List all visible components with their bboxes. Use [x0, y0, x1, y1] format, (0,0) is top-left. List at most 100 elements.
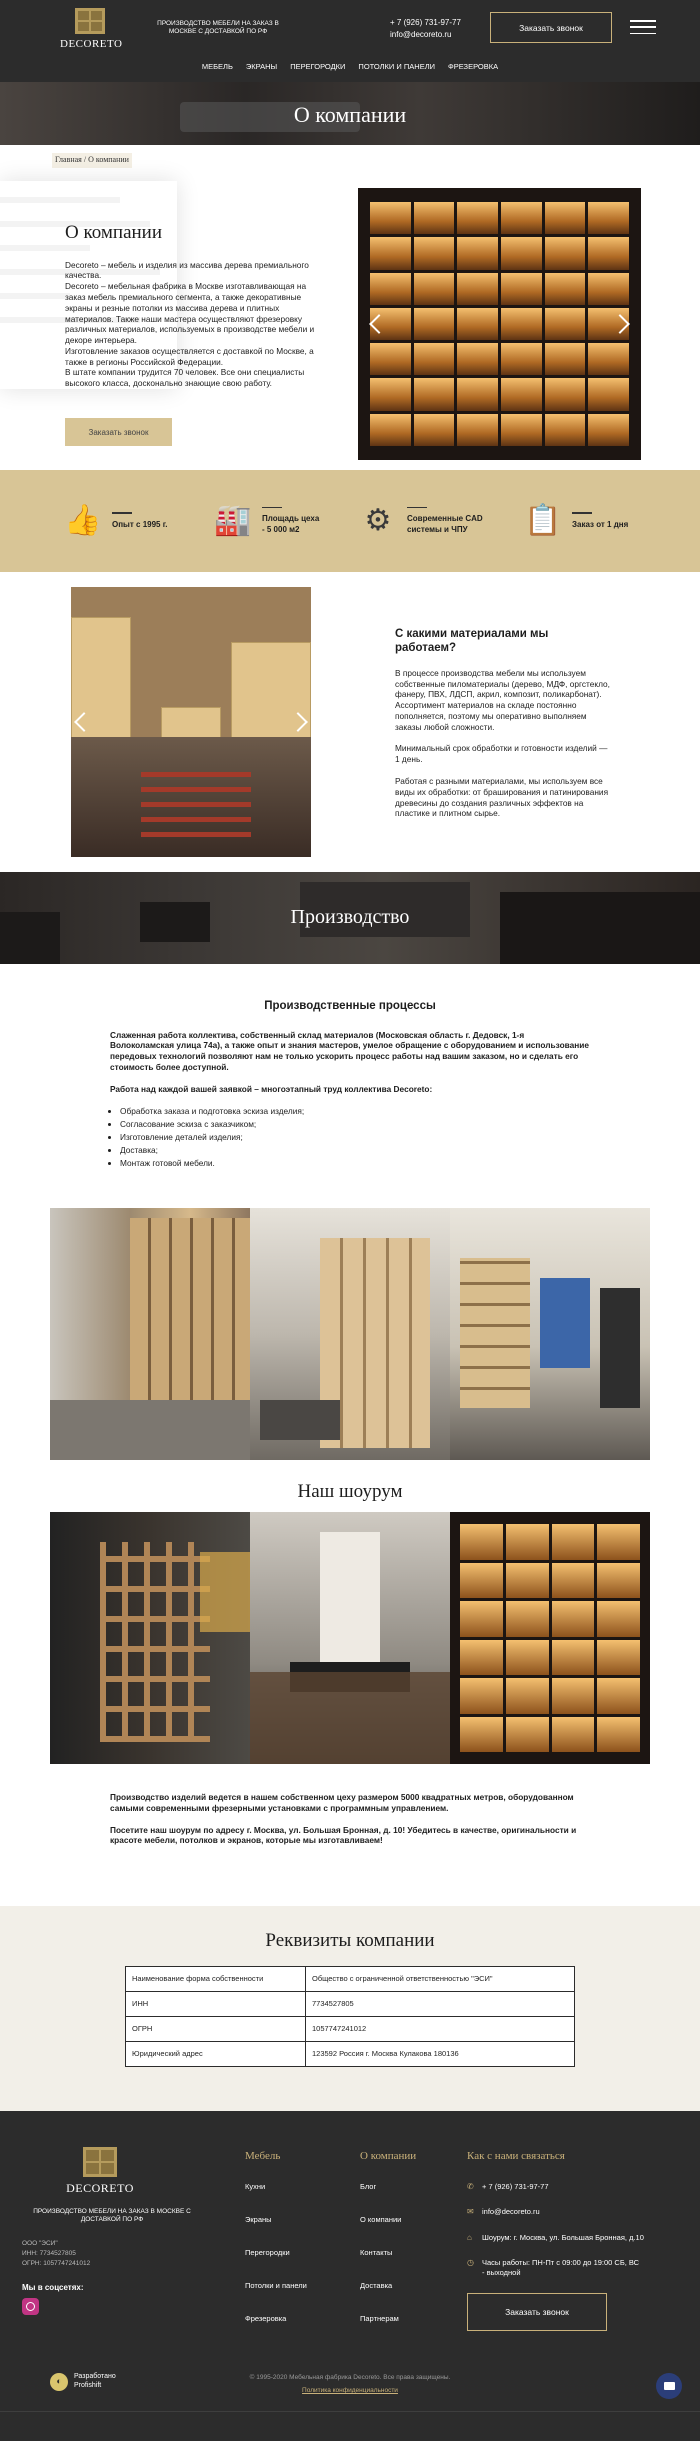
about-paragraph: Decoreto – мебель и изделия из массива д…	[65, 259, 309, 281]
about-title: О компании	[65, 222, 163, 243]
footer-link[interactable]: Контакты	[360, 2248, 416, 2258]
process-paragraph: Слаженная работа коллектива, собственный…	[110, 1029, 589, 1072]
footer-legal-line: ИНН: 7734527805	[22, 2249, 76, 2257]
site-header: DECORETO Производство мебели на заказ в …	[0, 0, 700, 82]
menu-burger-icon[interactable]	[630, 20, 656, 34]
materials-title: С какими материалами мы работаем?	[395, 628, 549, 655]
gallery-photo	[450, 1208, 650, 1460]
breadcrumb: Главная / О компании	[52, 153, 132, 168]
footer-col-company: О компании Блог О компании Контакты Дост…	[360, 2149, 416, 2347]
location-icon: ⌂	[467, 2232, 472, 2242]
footer-logo[interactable]: DECORETO	[50, 2147, 150, 2196]
call-request-button[interactable]: Заказать звонок	[490, 12, 612, 43]
requisites-title: Реквизиты компании	[265, 1930, 435, 1951]
checklist-icon: 📋	[524, 503, 562, 537]
footer-logo-text: DECORETO	[66, 2181, 134, 2195]
footer-link[interactable]: Блог	[360, 2182, 416, 2192]
footer-link[interactable]: Доставка	[360, 2281, 416, 2291]
feature-item: 📋 Заказ от 1 дня	[522, 501, 672, 541]
footer-email[interactable]: ✉ info@decoreto.ru	[467, 2207, 687, 2217]
table-cell: 7734527805	[305, 1990, 575, 2017]
features-bar: 👍 Опыт с 1995 г. 🏭 Площадь цеха - 5 000 …	[0, 470, 700, 572]
table-cell: 1057747241012	[305, 2015, 575, 2042]
main-nav: Мебель Экраны Перегородки Потолки и пане…	[0, 62, 700, 72]
footer-link[interactable]: О компании	[360, 2215, 416, 2225]
breadcrumb-home[interactable]: Главная	[55, 155, 82, 164]
footer-link[interactable]: Потолки и панели	[245, 2281, 307, 2291]
footer-col-title: Как с нами связаться	[467, 2150, 565, 2162]
feature-text: Заказ от 1 дня	[572, 519, 629, 529]
footer-link[interactable]: Партнерам	[360, 2314, 416, 2324]
list-item: Изготовление деталей изделия;	[120, 1131, 590, 1144]
logo-text: DECORETO	[60, 38, 123, 50]
list-item: Монтаж готовой мебели.	[120, 1157, 590, 1170]
table-cell: Наименование форма собственности	[125, 1965, 306, 1992]
site-footer: DECORETO Производство мебели на заказ в …	[0, 2111, 700, 2441]
footer-call-button[interactable]: Заказать звонок	[467, 2292, 607, 2331]
materials-paragraph: В процессе производства мебели мы исполь…	[395, 667, 610, 732]
copyright: © 1995-2020 Мебельная фабрика Decoreto. …	[249, 2374, 451, 2381]
list-item: Согласование эскиза с заказчиком;	[120, 1118, 590, 1131]
gallery-photo	[50, 1512, 250, 1764]
logo-mark-icon	[75, 8, 105, 34]
table-cell: ИНН	[125, 1990, 306, 2017]
showroom-paragraph: Посетите наш шоурум по адресу г. Москва,…	[110, 1824, 577, 1846]
privacy-policy-link[interactable]: Политика конфиденциальности	[0, 2387, 700, 2396]
about-photo-shelves	[358, 188, 641, 460]
materials-text: С какими материалами мы работаем? В проц…	[395, 627, 610, 830]
process-section: Производственные процессы Слаженная рабо…	[0, 964, 700, 1208]
footer-link[interactable]: Кухни	[245, 2182, 307, 2192]
requisites-table: Наименование форма собственности Обществ…	[125, 1965, 575, 2067]
gallery-photo	[450, 1512, 650, 1764]
footer-legal-line: ООО "ЭСИ"	[22, 2240, 58, 2247]
production-banner-title: Производство	[290, 906, 410, 928]
footer-tagline: Производство мебели на заказ в Москве с …	[33, 2208, 191, 2224]
nav-item-partitions[interactable]: Перегородки	[290, 62, 345, 72]
instagram-icon[interactable]	[22, 2298, 39, 2315]
hero-title: О компании	[293, 102, 407, 127]
footer-col-title: О компании	[360, 2150, 417, 2162]
breadcrumb-current: О компании	[88, 155, 129, 164]
table-cell: 123592 Россия г. Москва Кулакова 180136	[305, 2040, 575, 2067]
process-paragraph: Работа над каждой вашей заявкой – многоэ…	[110, 1083, 433, 1094]
phone-icon: ✆	[467, 2181, 474, 2191]
materials-paragraph: Минимальный срок обработки и готовности …	[395, 743, 608, 765]
footer-phone[interactable]: ✆ + 7 (926) 731-97-77	[467, 2182, 687, 2192]
mail-icon: ✉	[467, 2207, 474, 2217]
feature-item: 👍 Опыт с 1995 г.	[62, 501, 212, 541]
order-call-button[interactable]: Заказать звонок	[65, 418, 172, 446]
production-banner: Производство	[0, 872, 700, 964]
header-contacts: + 7 (926) 731-97-77 info@decoreto.ru	[390, 17, 461, 41]
feature-text: Современные CAD системы и ЧПУ	[407, 514, 483, 535]
header-phone[interactable]: + 7 (926) 731-97-77	[390, 17, 461, 29]
nav-item-ceilings[interactable]: Потолки и панели	[358, 62, 435, 72]
nav-item-milling[interactable]: Фрезеровка	[448, 62, 498, 72]
process-title: Производственные процессы	[264, 1000, 436, 1012]
about-paragraph: Decoreto – мебельная фабрика в Москве из…	[65, 281, 315, 346]
table-row: ОГРН 1057747241012	[125, 2015, 575, 2042]
feature-item: ⚙ Современные CAD системы и ЧПУ	[357, 501, 522, 541]
header-email[interactable]: info@decoreto.ru	[390, 29, 461, 41]
factory-icon: 🏭	[214, 503, 252, 537]
chat-widget-icon[interactable]	[656, 2373, 682, 2399]
list-item: Обработка заказа и подготовка эскиза изд…	[120, 1105, 590, 1118]
table-cell: Юридический адрес	[125, 2040, 306, 2067]
materials-photo	[71, 587, 311, 857]
showroom-paragraph: Производство изделий ведется в нашем соб…	[110, 1792, 574, 1813]
footer-address: ⌂ Шоурум: г. Москва, ул. Большая Бронная,…	[467, 2232, 644, 2242]
showroom-gallery	[50, 1512, 650, 1764]
footer-legal-line: ОГРН: 1057747241012	[22, 2259, 91, 2267]
footer-link[interactable]: Экраны	[245, 2215, 307, 2225]
about-paragraph: В штате компании трудится 70 человек. Вс…	[65, 367, 305, 389]
logo[interactable]: DECORETO	[60, 8, 123, 52]
footer-legal: ООО "ЭСИ" ИНН: 7734527805 ОГРН: 10577472…	[22, 2239, 90, 2268]
footer-link[interactable]: Перегородки	[245, 2248, 307, 2258]
materials-section: С какими материалами мы работаем? В проц…	[0, 572, 700, 872]
hero-banner: О компании	[0, 82, 700, 145]
nav-item-screens[interactable]: Экраны	[246, 62, 277, 72]
footer-col-furniture: Мебель Кухни Экраны Перегородки Потолки …	[245, 2149, 307, 2347]
nav-item-furniture[interactable]: Мебель	[202, 62, 233, 72]
materials-paragraph: Работая с разными материалами, мы исполь…	[395, 776, 609, 819]
footer-link[interactable]: Фрезеровка	[245, 2314, 307, 2324]
table-row: Наименование форма собственности Обществ…	[125, 1965, 575, 1992]
